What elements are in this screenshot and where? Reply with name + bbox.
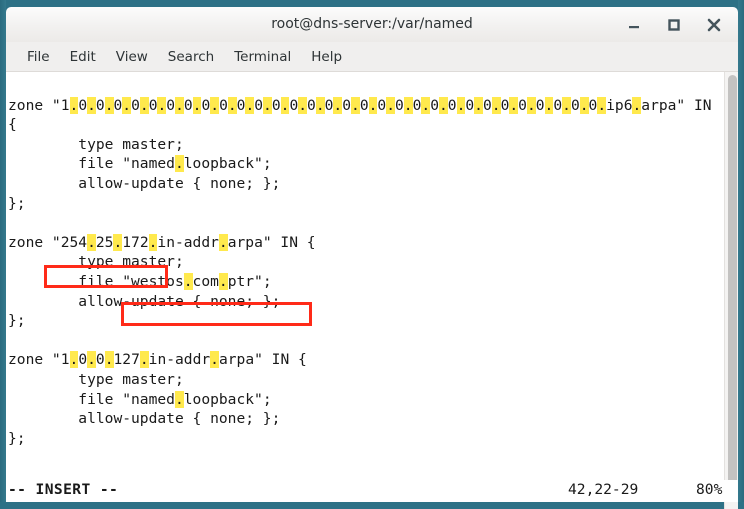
search-match-highlight: . bbox=[245, 96, 255, 114]
vertical-scrollbar[interactable] bbox=[724, 72, 738, 509]
search-match-highlight: . bbox=[227, 96, 237, 114]
terminal-window: root@dns-server:/var/named File Edit Vie… bbox=[0, 0, 744, 509]
search-match-highlight: . bbox=[87, 96, 96, 114]
title-bar[interactable]: root@dns-server:/var/named bbox=[6, 7, 738, 42]
minimize-button[interactable] bbox=[622, 13, 646, 37]
maximize-button[interactable] bbox=[662, 13, 686, 37]
vim-buffer-text: zone "1.0.0.0.0.0.0.0.0.0.0.0.0.0.0.0.0.… bbox=[8, 96, 712, 447]
terminal-screen[interactable]: zone "1.0.0.0.0.0.0.0.0.0.0.0.0.0.0.0.0.… bbox=[6, 72, 738, 480]
close-button[interactable] bbox=[702, 13, 726, 37]
search-match-highlight: . bbox=[139, 96, 149, 114]
menu-item-file[interactable]: File bbox=[18, 46, 59, 68]
search-match-highlight: . bbox=[597, 96, 607, 114]
menu-item-view[interactable]: View bbox=[107, 46, 157, 68]
search-match-highlight: . bbox=[526, 96, 536, 114]
menu-item-help[interactable]: Help bbox=[302, 46, 351, 68]
scroll-percent-text: 80% bbox=[696, 481, 723, 498]
search-match-highlight: . bbox=[315, 96, 325, 114]
vim-mode-indicator: -- INSERT -- bbox=[8, 481, 119, 498]
search-match-highlight: . bbox=[218, 233, 228, 251]
search-match-highlight: . bbox=[263, 96, 272, 114]
search-match-highlight: . bbox=[632, 96, 642, 114]
search-match-highlight: . bbox=[403, 96, 413, 114]
scrollbar-thumb[interactable] bbox=[728, 75, 737, 499]
menu-item-terminal[interactable]: Terminal bbox=[225, 46, 300, 68]
menu-item-search[interactable]: Search bbox=[159, 46, 223, 68]
search-match-highlight: . bbox=[509, 96, 519, 114]
window-frame-bottom bbox=[0, 502, 744, 509]
search-match-highlight: . bbox=[87, 233, 96, 251]
search-match-highlight: . bbox=[579, 96, 589, 114]
search-match-highlight: . bbox=[210, 96, 220, 114]
search-match-highlight: . bbox=[474, 96, 483, 114]
search-match-highlight: . bbox=[491, 96, 501, 114]
menu-item-edit[interactable]: Edit bbox=[61, 46, 105, 68]
window-frame-right bbox=[738, 0, 744, 509]
search-match-highlight: . bbox=[104, 96, 114, 114]
search-match-highlight: . bbox=[183, 272, 193, 290]
search-match-highlight: . bbox=[87, 351, 96, 369]
search-match-highlight: . bbox=[218, 272, 228, 290]
search-match-highlight: . bbox=[148, 233, 158, 251]
search-match-highlight: . bbox=[174, 155, 184, 173]
window-frame-top bbox=[0, 0, 744, 7]
search-match-highlight: . bbox=[69, 351, 79, 369]
search-match-highlight: . bbox=[386, 96, 395, 114]
search-match-highlight: . bbox=[122, 96, 132, 114]
vim-status-line: -- INSERT -- 42,22-29 80% bbox=[6, 480, 738, 502]
search-match-highlight: . bbox=[421, 96, 431, 114]
search-match-highlight: . bbox=[351, 96, 360, 114]
search-match-highlight: . bbox=[562, 96, 571, 114]
search-match-highlight: . bbox=[544, 96, 554, 114]
search-match-highlight: . bbox=[280, 96, 290, 114]
search-match-highlight: . bbox=[192, 96, 202, 114]
menu-bar: File Edit View Search Terminal Help bbox=[6, 42, 738, 72]
search-match-highlight: . bbox=[175, 96, 184, 114]
cursor-position-text: 42,22-29 bbox=[568, 481, 639, 498]
search-match-highlight: . bbox=[333, 96, 343, 114]
search-match-highlight: . bbox=[174, 390, 184, 408]
search-match-highlight: . bbox=[69, 96, 79, 114]
search-match-highlight: . bbox=[298, 96, 308, 114]
search-match-highlight: . bbox=[456, 96, 466, 114]
search-match-highlight: . bbox=[368, 96, 378, 114]
search-match-highlight: . bbox=[438, 96, 448, 114]
search-match-highlight: . bbox=[139, 351, 149, 369]
search-match-highlight: . bbox=[157, 96, 167, 114]
search-match-highlight: . bbox=[210, 351, 219, 369]
search-match-highlight: . bbox=[104, 351, 114, 369]
search-match-highlight: . bbox=[113, 233, 123, 251]
